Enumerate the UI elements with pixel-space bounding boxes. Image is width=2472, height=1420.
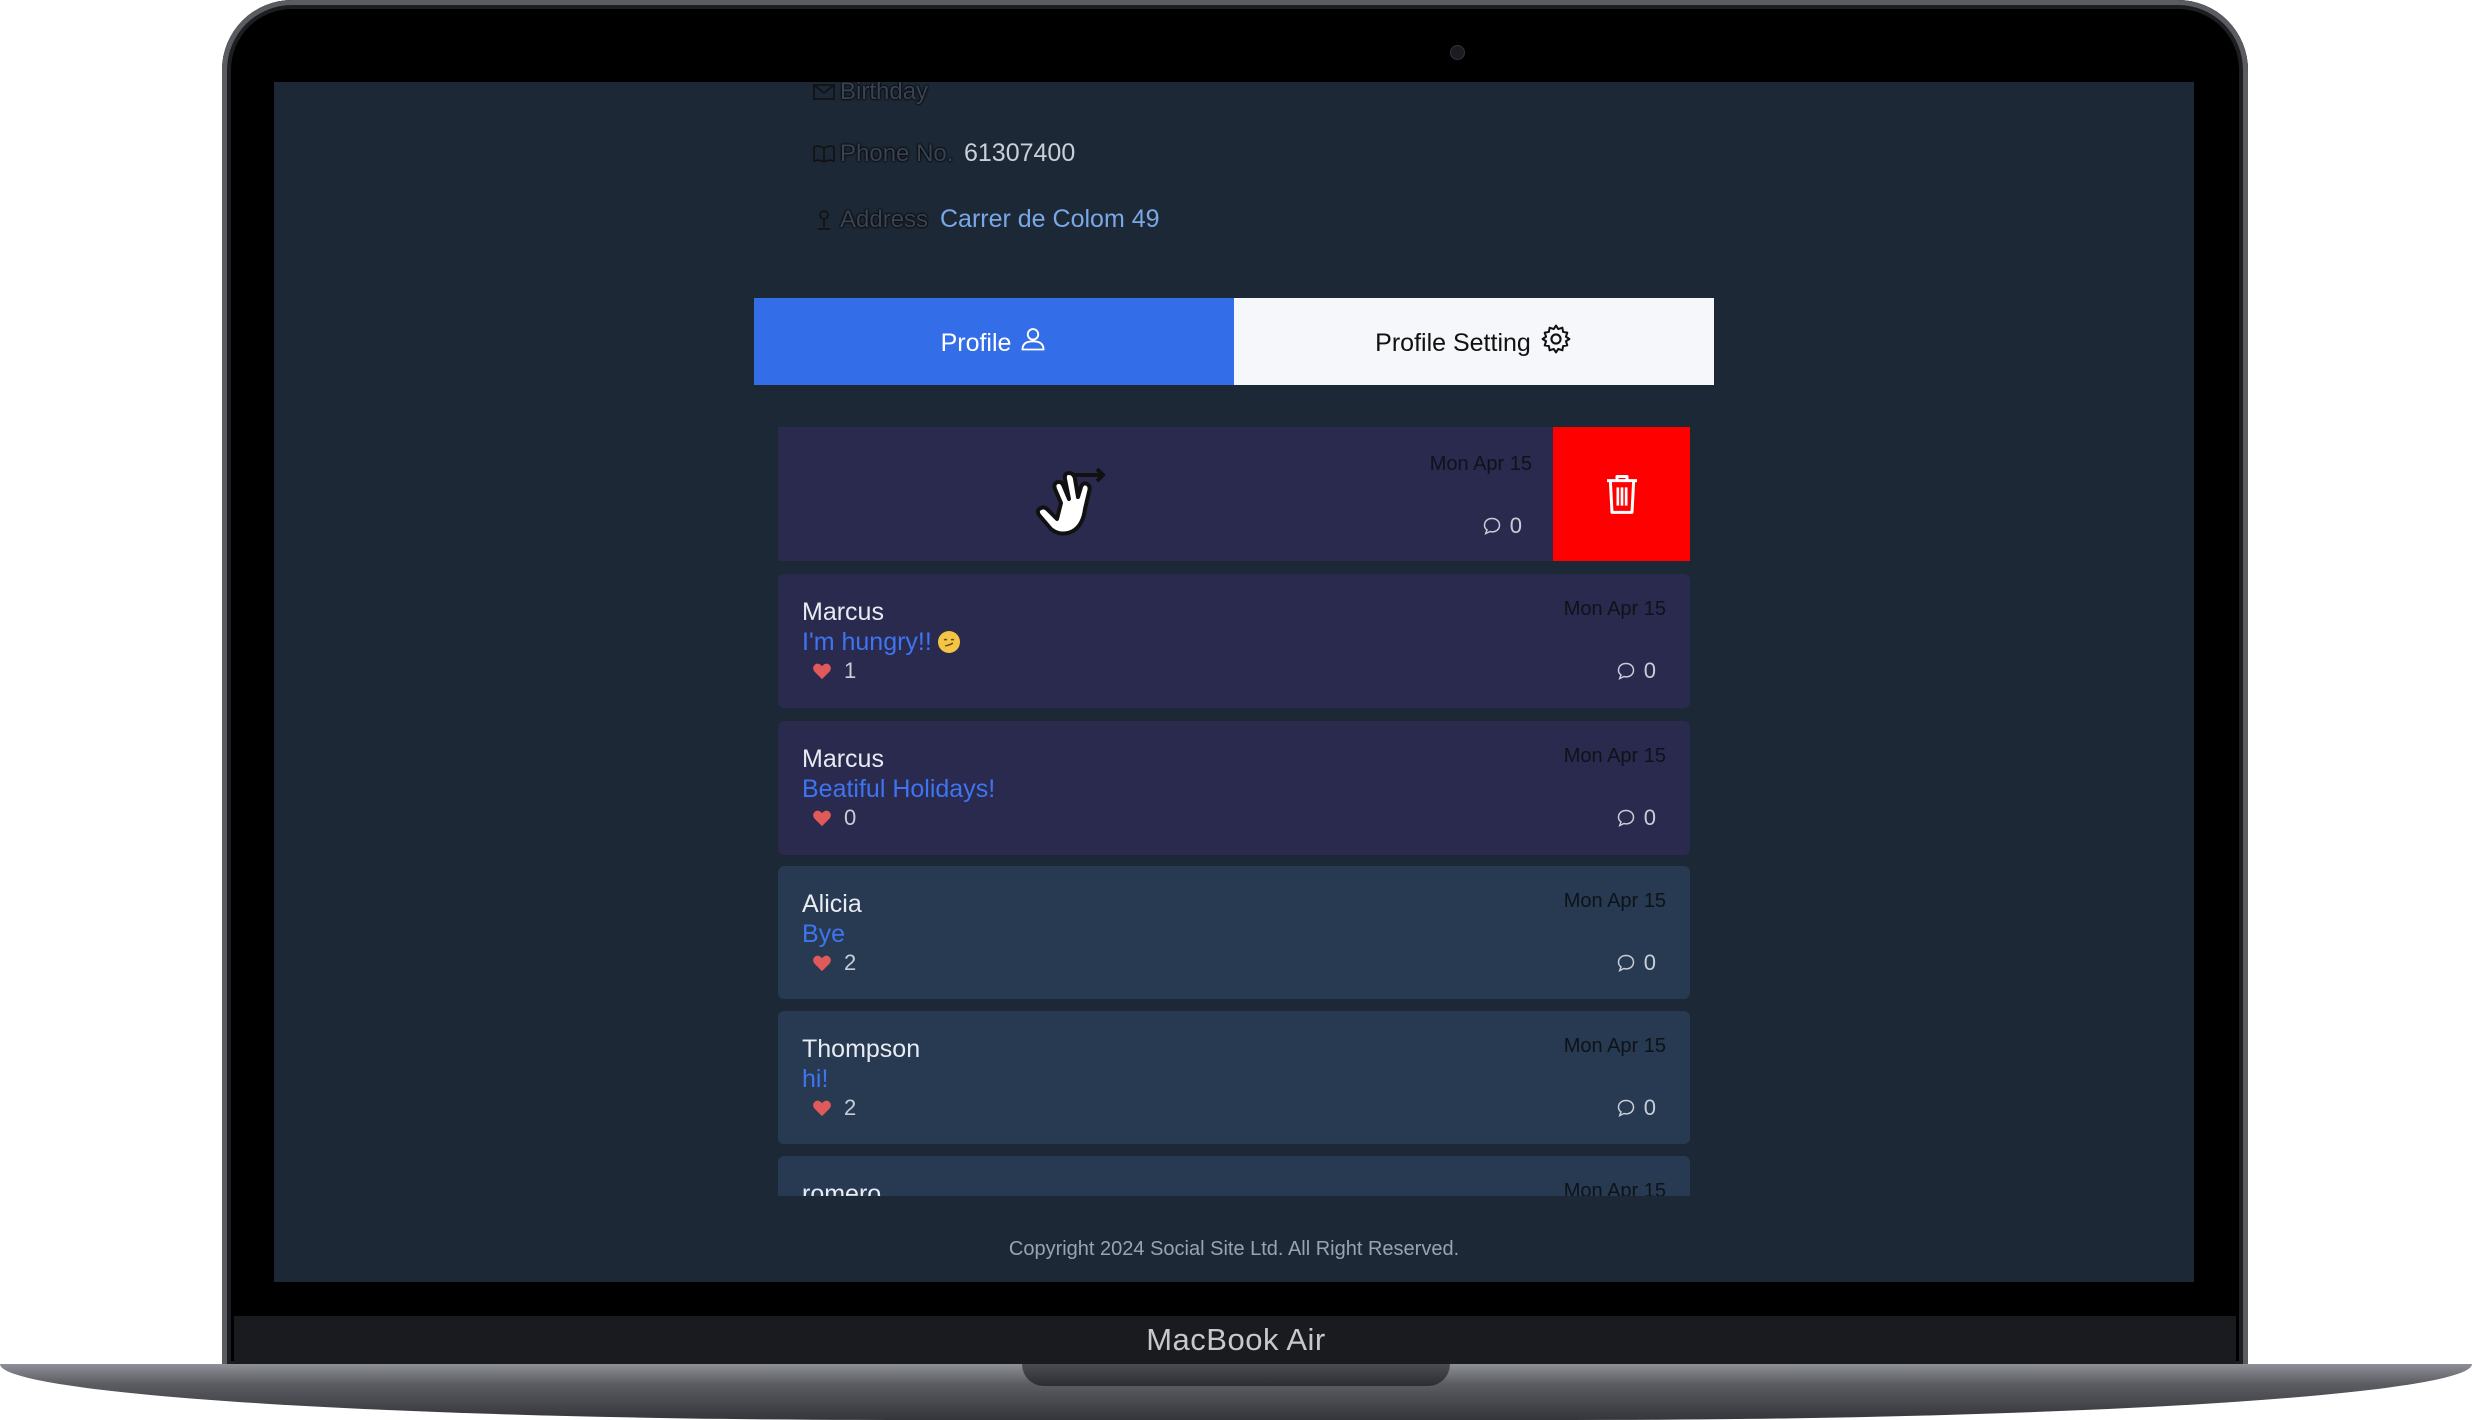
post-author: romero	[802, 1180, 882, 1196]
smirk-emoji-icon	[937, 631, 960, 653]
user-icon	[1022, 327, 1045, 350]
post-author: Alicia	[802, 890, 862, 918]
phone-label: Phone No.	[840, 139, 954, 167]
phone-value: 61307400	[964, 139, 1076, 167]
camera-dot	[1450, 45, 1465, 60]
tab-profile[interactable]: Profile	[754, 298, 1234, 385]
heart-icon	[813, 810, 831, 827]
comment-count-value: 0	[1643, 950, 1656, 975]
address-label: Address	[840, 205, 929, 233]
comment-count[interactable]: 0	[1482, 513, 1522, 539]
post-author: Marcus	[802, 598, 884, 626]
envelope-icon	[813, 84, 835, 100]
post-message: Beatiful Holidays!	[802, 775, 996, 803]
heart-icon	[813, 955, 831, 972]
post-date: Mon Apr 15	[1563, 745, 1666, 767]
like-button[interactable]: 1	[812, 658, 856, 684]
post-card[interactable]: Thompson hi! Mon Apr 15 2 0	[778, 1011, 1690, 1144]
comment-count[interactable]: 0	[1616, 1095, 1656, 1121]
post-date: Mon Apr 15	[1563, 598, 1666, 620]
post-author: Thompson	[802, 1035, 921, 1063]
post-message: Bye	[802, 920, 846, 948]
heart-icon	[813, 1100, 831, 1117]
post-date: Mon Apr 15	[1563, 1180, 1666, 1196]
like-button[interactable]: 2	[812, 950, 856, 976]
birthday-label: Birthday	[840, 82, 929, 105]
comment-icon	[1617, 954, 1635, 972]
post-card[interactable]: Marcus I'm hungry!! Mon Apr 15 1 0	[778, 574, 1690, 708]
book-icon	[813, 144, 835, 163]
post-author: Marcus	[802, 745, 884, 773]
tab-profile-setting[interactable]: Profile Setting	[1234, 298, 1714, 385]
comment-count[interactable]: 0	[1616, 658, 1656, 684]
comment-icon	[1617, 1099, 1635, 1117]
laptop-hinge-notch	[1022, 1364, 1450, 1386]
comment-count-value: 0	[1643, 1095, 1656, 1120]
device-brand-label: MacBook Air	[1146, 1322, 1326, 1357]
post-message: hi!	[802, 1065, 829, 1093]
post-date: Mon Apr 15	[1563, 890, 1666, 912]
copyright-footer: Copyright 2024 Social Site Ltd. All Righ…	[1008, 1238, 1460, 1260]
comment-count[interactable]: 0	[1616, 805, 1656, 831]
map-pin-icon	[818, 209, 830, 230]
comment-icon	[1617, 662, 1635, 680]
like-button[interactable]: 2	[812, 1095, 856, 1121]
comment-icon	[1483, 517, 1501, 535]
like-count: 2	[844, 950, 857, 975]
comment-count[interactable]: 0	[1616, 950, 1656, 976]
address-link[interactable]: Carrer de Colom 49	[940, 205, 1160, 234]
like-button[interactable]: 0	[812, 805, 856, 831]
comment-icon	[1617, 809, 1635, 827]
gear-icon	[1541, 324, 1571, 353]
post-message: I'm hungry!!	[802, 628, 960, 657]
like-count: 2	[844, 1095, 857, 1120]
birthday-row: Birthday	[812, 82, 964, 106]
trash-icon	[1606, 475, 1637, 514]
post-list-clip: romero Mon Apr 15	[778, 1156, 1690, 1196]
swiped-post-card[interactable]: Mon Apr 15 0	[778, 427, 1556, 561]
comment-count-value: 0	[1643, 805, 1656, 830]
phone-row: Phone No. 61307400	[812, 139, 1075, 168]
post-card[interactable]: Marcus Beatiful Holidays! Mon Apr 15 0 0	[778, 721, 1690, 855]
comment-count-value: 0	[1643, 658, 1656, 683]
app-screen: Birthday Phone No. 61307400 Address Carr…	[274, 82, 2194, 1282]
heart-icon	[813, 663, 831, 680]
profile-tabs: Profile Profile Setting	[754, 298, 1714, 385]
tab-profile-label: Profile	[940, 329, 1012, 357]
post-card[interactable]: romero Mon Apr 15	[778, 1156, 1690, 1196]
swipe-hand-icon	[1035, 467, 1106, 536]
address-row: Address Carrer de Colom 49	[812, 205, 1160, 234]
post-card[interactable]: Alicia Bye Mon Apr 15 2 0	[778, 866, 1690, 999]
post-date: Mon Apr 15	[1563, 1035, 1666, 1057]
like-count: 0	[844, 805, 857, 830]
delete-post-button[interactable]	[1553, 427, 1690, 561]
post-date: Mon Apr 15	[1429, 453, 1532, 475]
tab-profile-setting-label: Profile Setting	[1375, 329, 1531, 357]
like-count: 1	[844, 658, 857, 683]
comment-count-value: 0	[1509, 513, 1522, 538]
